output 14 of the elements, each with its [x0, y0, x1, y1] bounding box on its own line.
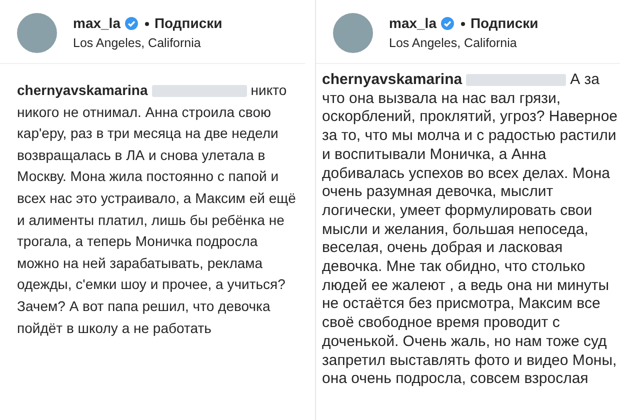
following-link[interactable]: Подписки [470, 13, 538, 34]
avatar-placeholder[interactable] [17, 13, 57, 53]
comment-text: chernyavskamarina никто никого не отнимал. Анна строила свою кар'еру, раз в три месяца на две недели возвращалась в ЛА и снова улетала в Москву. Мона жила постоянно с папой и всех нас это устраивало, а Максим ей ещё и алименты платил, лишь бы ребёнка не трогала, а теперь Моничка подросла можно на ней зарабатывать, реклама одежды, с'емки шоу и прочее, а учиться? Зачем? А вот папа решил, что девочка пойдёт в школу а не работать [16, 81, 297, 338]
username-link[interactable]: max_la [389, 13, 436, 34]
following-link[interactable]: Подписки [154, 13, 222, 34]
comment-author-link[interactable]: chernyavskamarina [322, 71, 462, 88]
location-link[interactable]: Los Angeles, California [389, 34, 538, 53]
username-link[interactable]: max_la [73, 13, 120, 34]
comment-text: chernyavskamarina А за что она вызвала на нас вал грязи, оскорблений, проклятий, угроз? Наверное за то, что мы молча и с радостью растили и воспитывали Моничка, а Анна добивалась успехов во всех делах. Мона очень разумная девочка, мыслит логически, умеет формулировать свои мысли и желания, большая непоседа, веселая, очень добрая и ласковая девочка. Мне так обидно, что столько людей ее жалеют , а ведь она ни минуты не остаётся без присмотра, Максим все своё свободное время проводит с доченькой. Очень жаль, но нам тоже суд запретил выставлять фото и видео Моны, она очень подросла, совсем взрослая [321, 70, 619, 389]
avatar-placeholder[interactable] [333, 13, 373, 53]
location-link[interactable]: Los Angeles, California [73, 34, 222, 53]
separator-dot [461, 22, 466, 26]
separator-dot [145, 22, 150, 26]
comment-author-link[interactable]: chernyavskamarina [17, 82, 148, 98]
